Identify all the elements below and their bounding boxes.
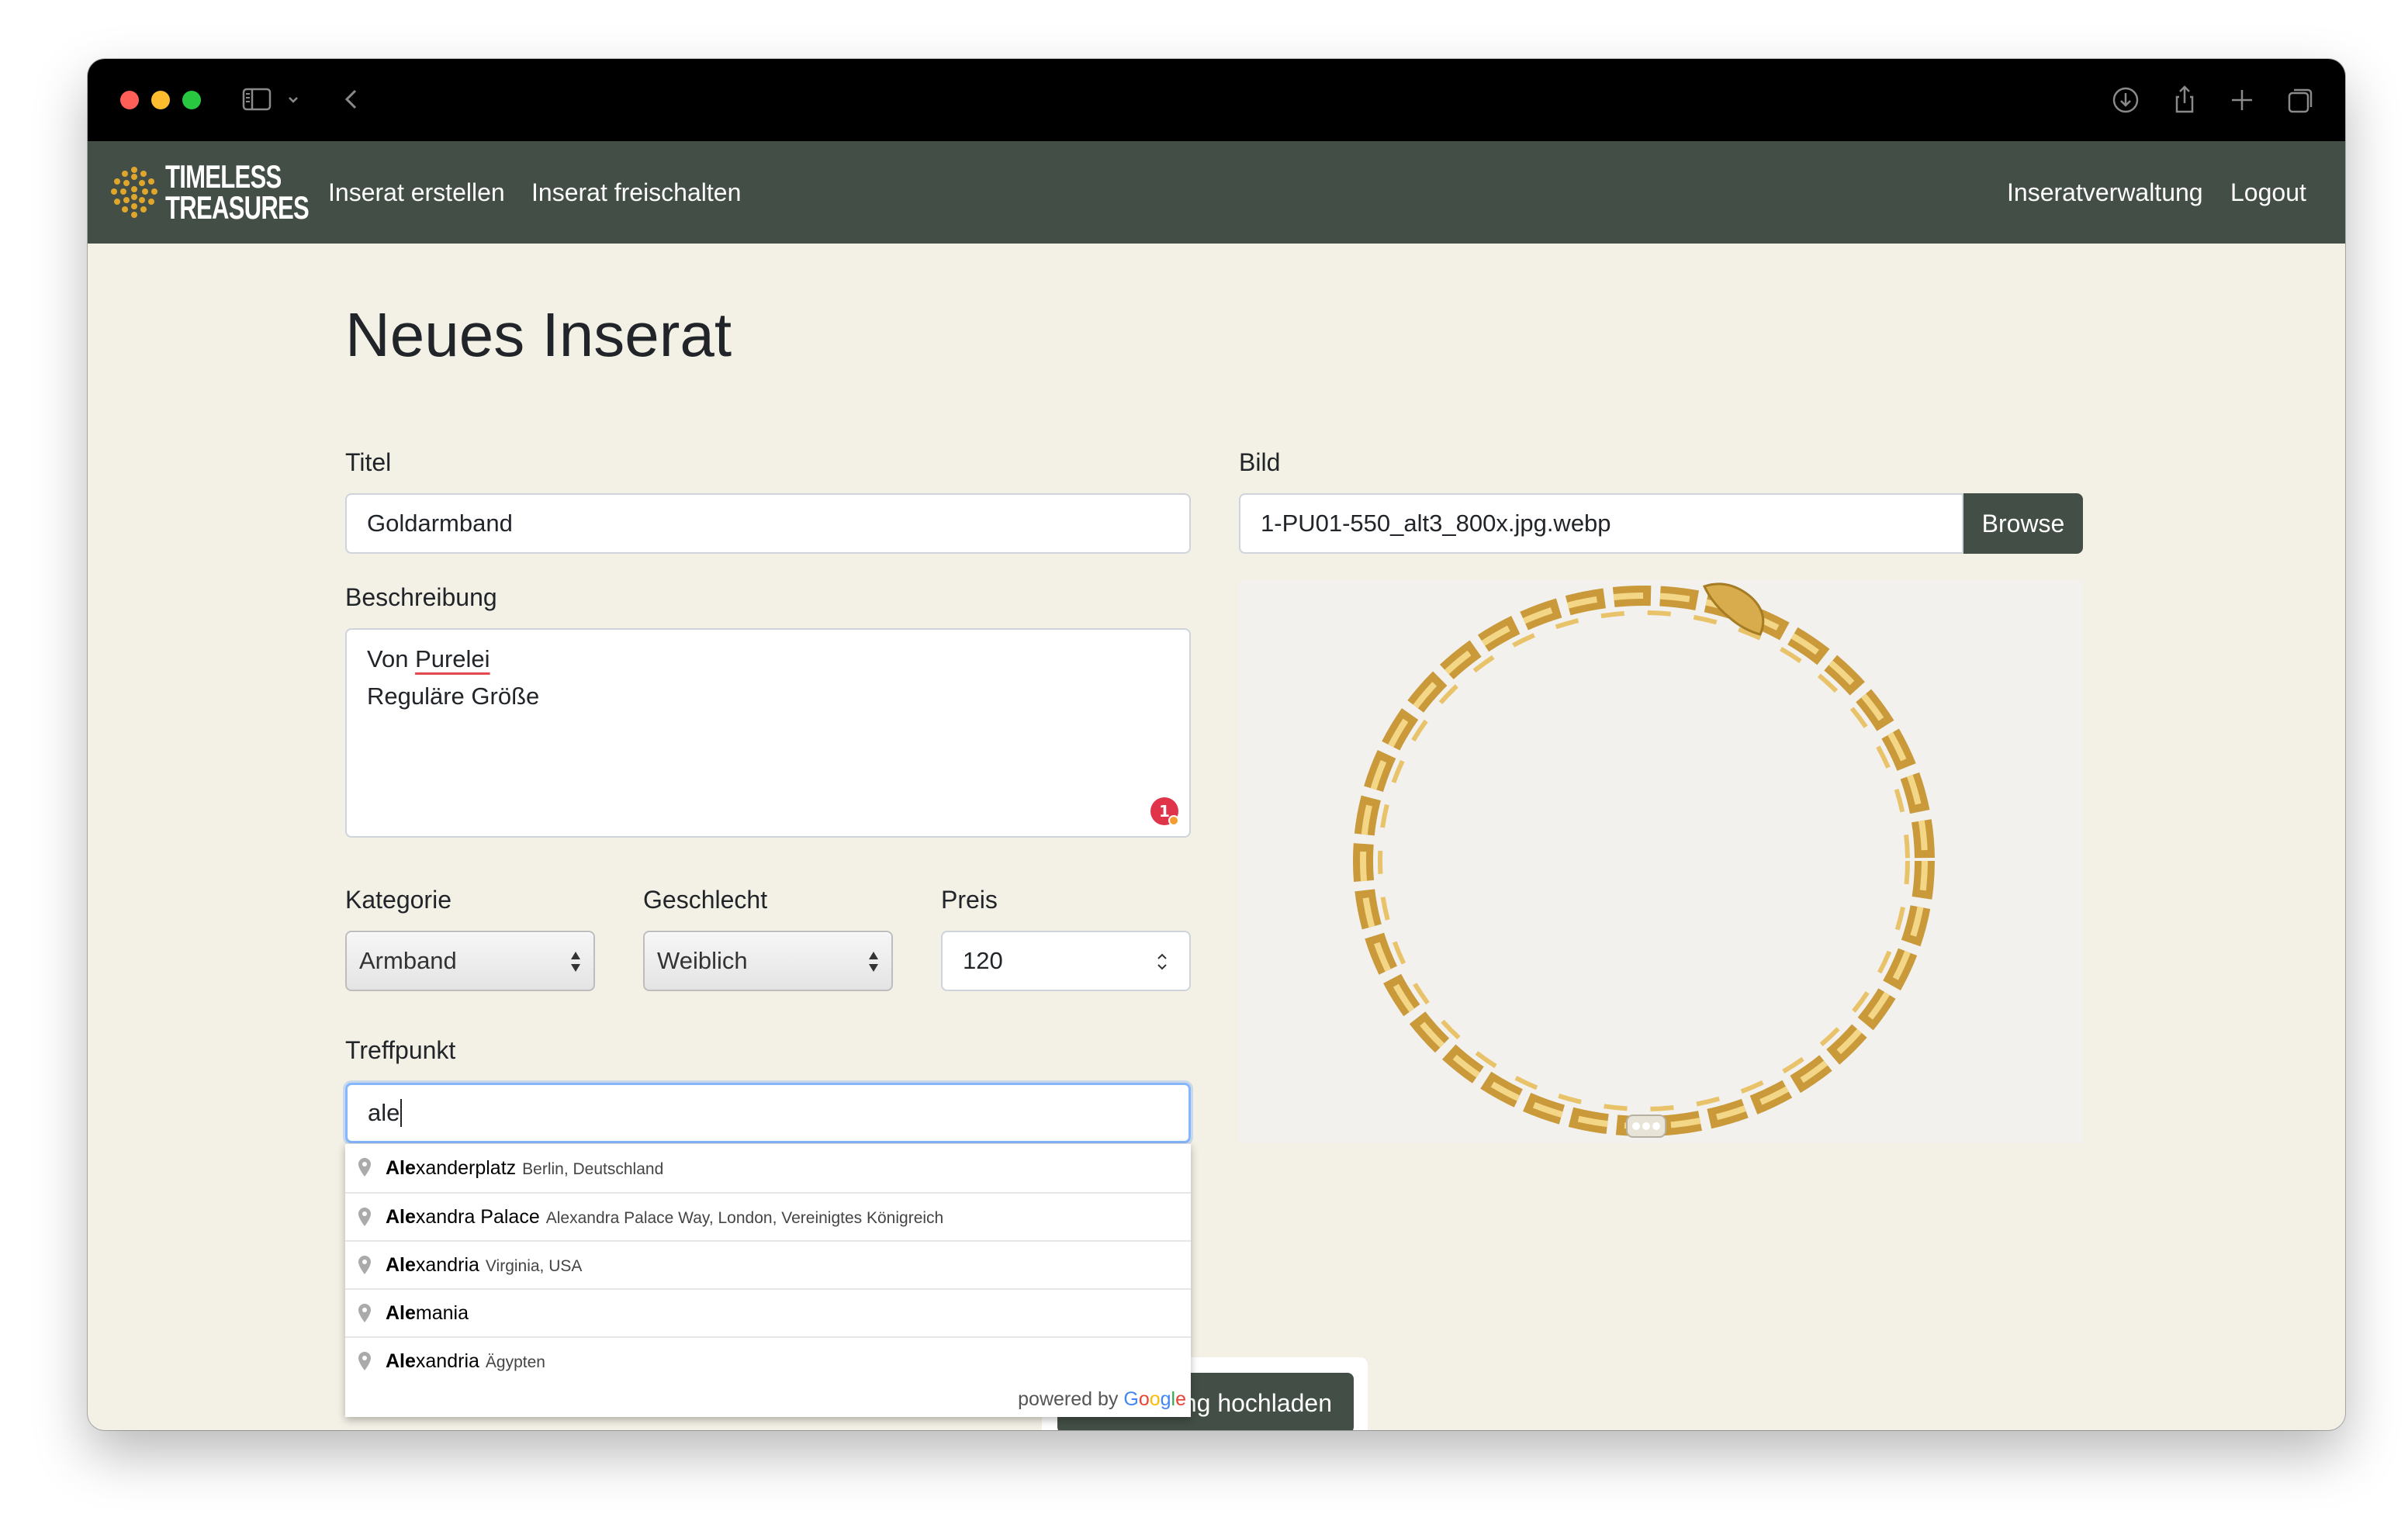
google-letter: e xyxy=(1175,1388,1186,1410)
autocomplete-main-text: Alexanderplatz Berlin, Deutschland xyxy=(386,1157,663,1180)
autocomplete-secondary-text: Alexandra Palace Way, London, Vereinigte… xyxy=(545,1208,944,1227)
nav-manage-listings[interactable]: Inseratverwaltung xyxy=(2007,177,2203,208)
autocomplete-item[interactable]: Alexandra Palace Alexandra Palace Way, Lo… xyxy=(345,1192,1191,1240)
autocomplete-main-text: Alemania xyxy=(386,1302,475,1325)
logo-line-1: TIMELESS xyxy=(165,158,282,195)
page-title: Neues Inserat xyxy=(345,300,732,369)
image-preview xyxy=(1239,580,2083,1143)
map-pin-icon xyxy=(358,1256,371,1274)
image-file-input[interactable]: 1-PU01-550_alt3_800x.jpg.webp xyxy=(1239,493,1963,554)
zoom-window-button[interactable] xyxy=(182,91,201,109)
browse-button[interactable]: Browse xyxy=(1963,493,2083,554)
autocomplete-rest: xandra Palace xyxy=(415,1205,540,1228)
autocomplete-secondary-text: Ägypten xyxy=(485,1353,545,1371)
logo-line-2: TREASURES xyxy=(165,189,310,226)
description-label: Beschreibung xyxy=(345,583,497,611)
autocomplete-main-text: Alexandria Virginia, USA xyxy=(386,1254,582,1277)
powered-by-google: powered by Google xyxy=(1018,1388,1186,1411)
gender-label: Geschlecht xyxy=(643,886,768,914)
browser-window: TIMELESS TREASURES Inserat erstellen Ins… xyxy=(88,59,2345,1430)
map-pin-icon xyxy=(358,1304,371,1322)
google-letter: g xyxy=(1160,1388,1171,1410)
description-line-1: Von Purelei xyxy=(367,641,490,678)
autocomplete-item[interactable]: Alexandria Virginia, USA xyxy=(345,1240,1191,1288)
meeting-point-input[interactable]: ale xyxy=(345,1083,1191,1143)
price-value: 120 xyxy=(963,947,1003,974)
gender-select[interactable]: Weiblich xyxy=(643,931,893,991)
autocomplete-rest: mania xyxy=(415,1301,469,1324)
minimize-window-button[interactable] xyxy=(151,91,170,109)
google-logo: Google xyxy=(1123,1388,1186,1410)
map-pin-icon xyxy=(358,1208,371,1226)
nav-logout[interactable]: Logout xyxy=(2230,177,2306,208)
share-icon[interactable] xyxy=(2167,82,2202,118)
meeting-point-value: ale xyxy=(368,1099,400,1126)
download-icon[interactable] xyxy=(2108,82,2143,118)
nav-create-listing[interactable]: Inserat erstellen xyxy=(328,177,505,208)
nav-unlock-listing[interactable]: Inserat freischalten xyxy=(531,177,741,208)
google-letter: o xyxy=(1138,1388,1150,1410)
map-pin-icon xyxy=(358,1158,371,1177)
title-input-value: Goldarmband xyxy=(367,510,513,537)
title-input[interactable]: Goldarmband xyxy=(345,493,1191,554)
autocomplete-item[interactable]: Alemania xyxy=(345,1288,1191,1336)
bracelet-image xyxy=(1353,582,1935,1138)
site-navbar: TIMELESS TREASURES Inserat erstellen Ins… xyxy=(88,141,2345,244)
powered-by-text: powered by xyxy=(1018,1388,1119,1410)
autocomplete-match: Ale xyxy=(386,1156,416,1179)
misspelled-word[interactable]: Purelei xyxy=(415,645,490,672)
upload-button-label: ng hochladen xyxy=(1182,1388,1332,1417)
autocomplete-rest: xandria xyxy=(415,1253,479,1276)
google-letter: o xyxy=(1149,1388,1161,1410)
main-content: Neues Inserat Titel Goldarmband Beschrei… xyxy=(88,244,2345,1430)
description-prefix: Von xyxy=(367,645,416,672)
category-value: Armband xyxy=(359,947,457,974)
google-letter: G xyxy=(1123,1388,1139,1410)
autocomplete-rest: xandria xyxy=(415,1350,479,1372)
autocomplete-secondary-text: Virginia, USA xyxy=(485,1256,583,1275)
autocomplete-secondary-text: Berlin, Deutschland xyxy=(522,1159,664,1178)
autocomplete-rest: xanderplatz xyxy=(415,1156,517,1179)
sidebar-toggle-icon[interactable] xyxy=(239,82,275,118)
price-input[interactable]: 120 xyxy=(941,931,1191,991)
logo-icon[interactable] xyxy=(111,166,157,219)
text-caret xyxy=(400,1099,403,1127)
autocomplete-item[interactable]: Alexandria Ägypten xyxy=(345,1336,1191,1384)
image-label: Bild xyxy=(1239,448,1281,476)
image-filename: 1-PU01-550_alt3_800x.jpg.webp xyxy=(1261,510,1611,537)
description-line-2: Reguläre Größe xyxy=(367,683,540,710)
autocomplete-match: Ale xyxy=(386,1301,416,1324)
grammar-issue-count: 1 xyxy=(1159,802,1170,821)
number-stepper-icon[interactable] xyxy=(1155,948,1169,976)
grammar-check-badge[interactable]: 1 xyxy=(1149,796,1182,828)
browser-toolbar xyxy=(88,59,2345,141)
autocomplete-main-text: Alexandra Palace Alexandra Palace Way, Lo… xyxy=(386,1206,943,1229)
autocomplete-main-text: Alexandria Ägypten xyxy=(386,1350,545,1373)
autocomplete-match: Ale xyxy=(386,1205,416,1228)
price-label: Preis xyxy=(941,886,998,914)
autocomplete-match: Ale xyxy=(386,1350,416,1372)
autocomplete-match: Ale xyxy=(386,1253,416,1276)
description-textarea[interactable]: Von Purelei Reguläre Größe 1 xyxy=(345,628,1191,838)
chevron-down-icon[interactable] xyxy=(282,82,305,118)
new-tab-icon[interactable] xyxy=(2224,82,2260,118)
title-label: Titel xyxy=(345,448,392,476)
tab-overview-icon[interactable] xyxy=(2283,82,2319,118)
map-pin-icon xyxy=(358,1352,371,1370)
meeting-point-label: Treffpunkt xyxy=(345,1036,456,1064)
select-arrows-icon xyxy=(571,952,580,972)
places-autocomplete-dropdown: Alexanderplatz Berlin, Deutschland Alexan… xyxy=(345,1143,1191,1417)
back-icon[interactable] xyxy=(334,82,370,118)
gender-value: Weiblich xyxy=(657,947,748,974)
close-window-button[interactable] xyxy=(120,91,139,109)
category-label: Kategorie xyxy=(345,886,452,914)
select-arrows-icon xyxy=(869,952,878,972)
category-select[interactable]: Armband xyxy=(345,931,595,991)
autocomplete-item[interactable]: Alexanderplatz Berlin, Deutschland xyxy=(345,1144,1191,1192)
